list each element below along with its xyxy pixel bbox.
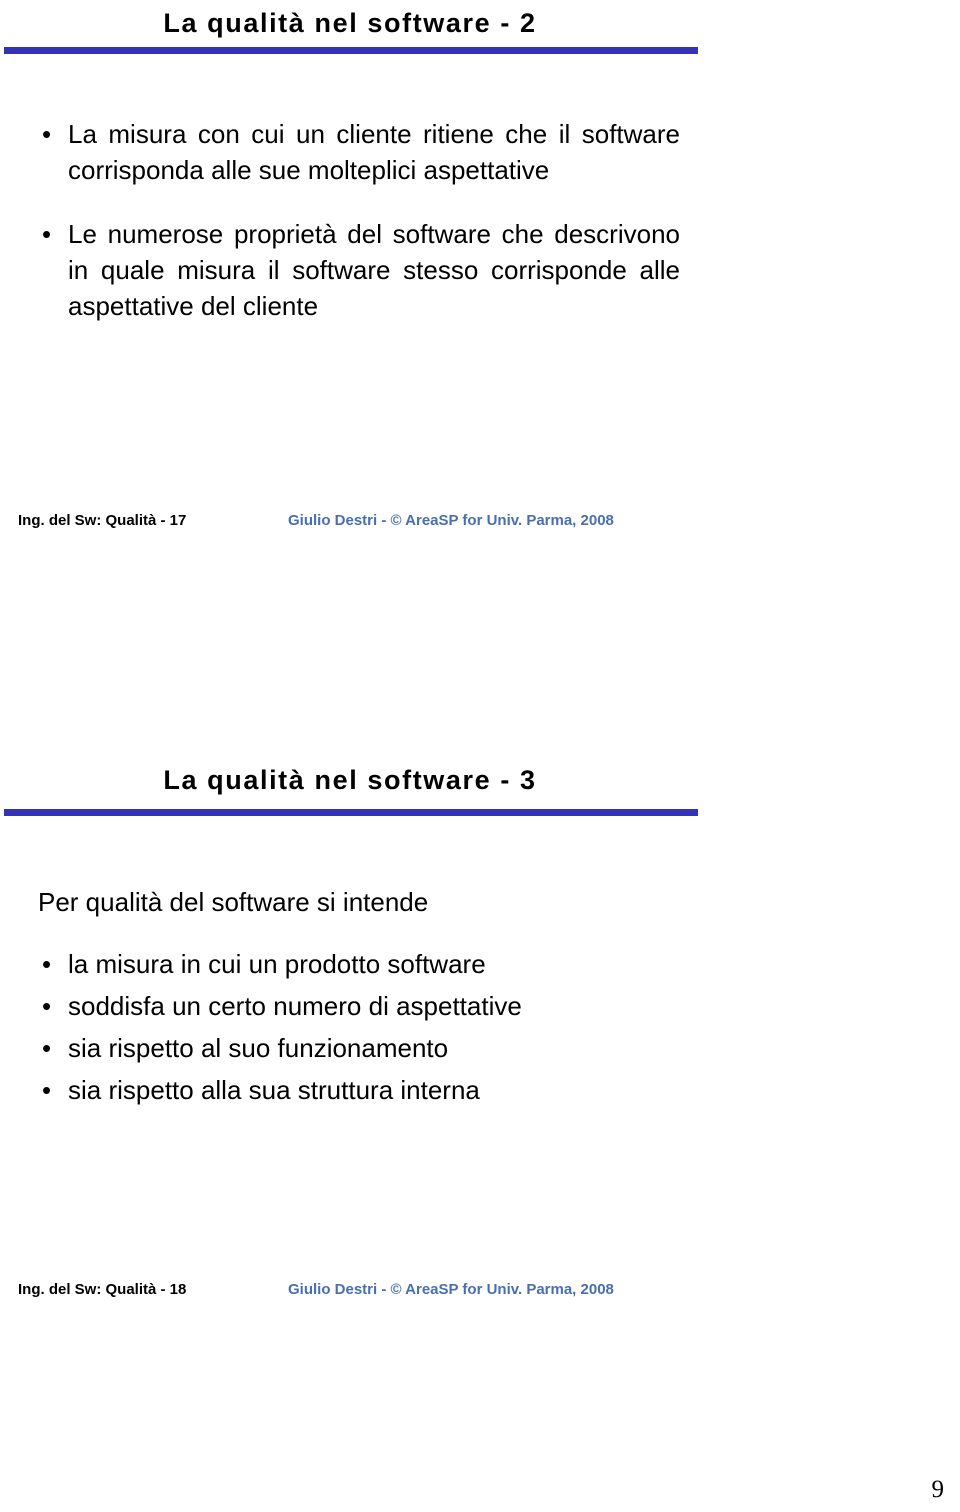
list-item: • sia rispetto alla sua struttura intern… bbox=[0, 1072, 760, 1108]
document-page: La qualità nel software - 2 • La misura … bbox=[0, 0, 960, 1512]
slide-qualita-software-2: La qualità nel software - 2 • La misura … bbox=[0, 0, 760, 324]
list-item: • soddisfa un certo numero di aspettativ… bbox=[0, 988, 760, 1024]
list-item: • Le numerose proprietà del software che… bbox=[0, 216, 760, 324]
footer-copyright-label: Giulio Destri - © AreaSP for Univ. Parma… bbox=[288, 512, 614, 529]
bullet-dot-icon: • bbox=[42, 219, 52, 249]
intro-text: Per qualità del software si intende bbox=[38, 887, 429, 917]
bullet-dot-icon: • bbox=[42, 949, 52, 979]
bullet-dot-icon: • bbox=[42, 1033, 52, 1063]
bullet-dot-icon: • bbox=[42, 991, 52, 1021]
slide-footer: Ing. del Sw: Qualità - 17 Giulio Destri … bbox=[0, 512, 760, 534]
list-item: • la misura in cui un prodotto software bbox=[0, 946, 760, 982]
footer-copyright-label: Giulio Destri - © AreaSP for Univ. Parma… bbox=[288, 1281, 614, 1298]
list-item: • La misura con cui un cliente ritiene c… bbox=[0, 116, 760, 188]
bullet-dot-icon: • bbox=[42, 1075, 52, 1105]
list-item-text: La misura con cui un cliente ritiene che… bbox=[68, 119, 680, 185]
footer-course-label: Ing. del Sw: Qualità - 17 bbox=[18, 512, 187, 529]
list-item: • sia rispetto al suo funzionamento bbox=[0, 1030, 760, 1066]
slide-body: Per qualità del software si intende • la… bbox=[0, 884, 760, 1108]
slide-footer: Ing. del Sw: Qualità - 18 Giulio Destri … bbox=[0, 1281, 760, 1303]
list-item-text: la misura in cui un prodotto software bbox=[68, 949, 486, 979]
bullet-list: • la misura in cui un prodotto software … bbox=[0, 946, 760, 1108]
footer-course-label: Ing. del Sw: Qualità - 18 bbox=[18, 1281, 187, 1298]
list-item-text: sia rispetto al suo funzionamento bbox=[68, 1033, 449, 1063]
title-underline-rule bbox=[4, 47, 698, 54]
list-item-text: sia rispetto alla sua struttura interna bbox=[68, 1075, 480, 1105]
list-item-text: soddisfa un certo numero di aspettative bbox=[68, 991, 522, 1021]
bullet-dot-icon: • bbox=[42, 119, 52, 149]
page-title: La qualità nel software - 3 bbox=[163, 765, 537, 795]
slide-qualita-software-3: La qualità nel software - 3 Per qualità … bbox=[0, 745, 760, 1108]
page-title: La qualità nel software - 2 bbox=[163, 8, 537, 38]
bullet-list: • La misura con cui un cliente ritiene c… bbox=[0, 116, 760, 324]
page-number: 9 bbox=[931, 1476, 945, 1503]
title-underline-rule bbox=[4, 809, 698, 816]
list-item-text: Le numerose proprietà del software che d… bbox=[68, 219, 680, 321]
slide-body: • La misura con cui un cliente ritiene c… bbox=[0, 116, 760, 324]
